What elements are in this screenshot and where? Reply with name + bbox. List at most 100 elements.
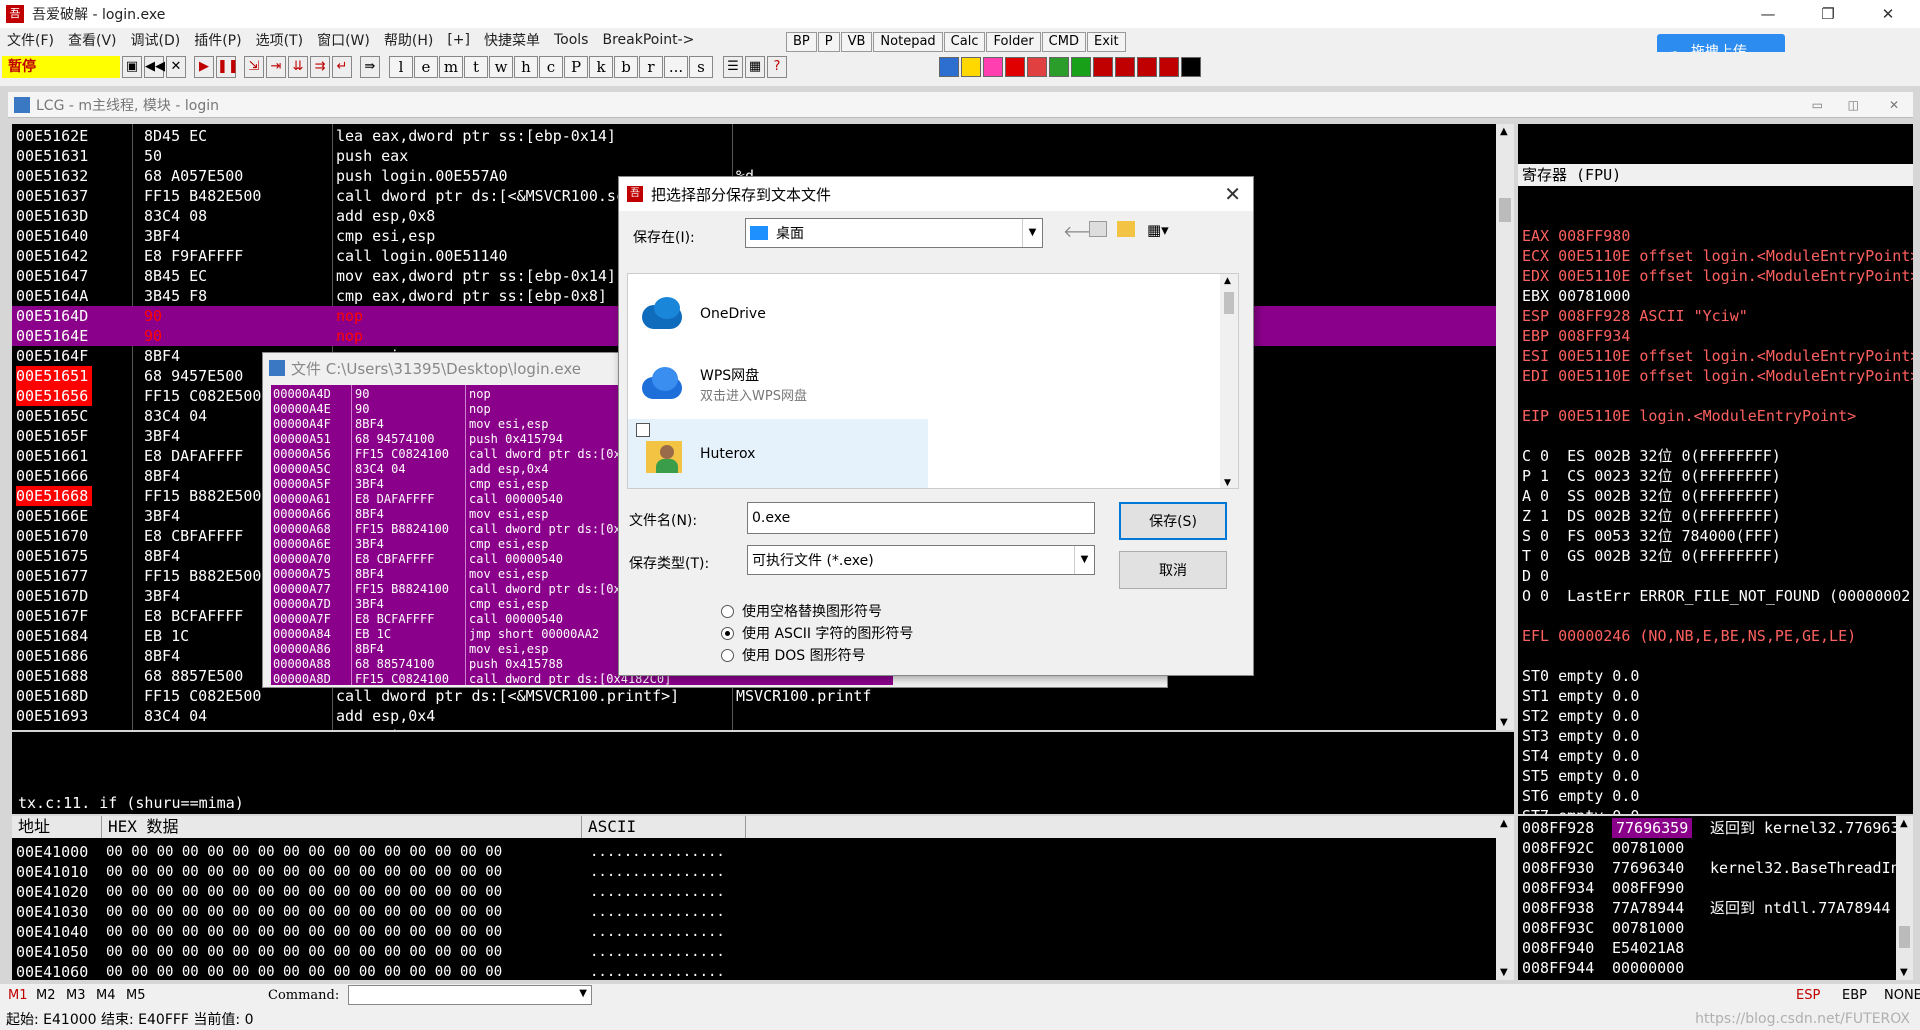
list-item-onedrive[interactable]: OneDrive — [628, 279, 928, 349]
register-line[interactable]: EFL 00000246 (NO,NB,E,BE,NS,PE,GE,LE) — [1522, 626, 1913, 646]
registers-pane[interactable]: 寄存器 (FPU) EAX 008FF980 ECX 00E5110E offse… — [1518, 124, 1913, 814]
register-line[interactable]: C 0 ES 002B 32位 0(FFFFFFFF) — [1522, 446, 1913, 466]
radio-dot[interactable] — [721, 648, 734, 662]
tab-m2[interactable]: M2 — [36, 988, 66, 1003]
disasm-row[interactable]: 00E5168D FF15 C082E500 call dword ptr ds:[… — [12, 686, 1496, 706]
up-folder-icon[interactable] — [1089, 221, 1107, 237]
dump-row[interactable]: 00E41000 00 00 00 00 00 00 00 00 00 00 00… — [12, 842, 1492, 862]
chevron-down-icon[interactable]: ▼ — [579, 988, 587, 999]
tab-m3[interactable]: M3 — [66, 988, 96, 1003]
register-line[interactable]: T 0 GS 002B 32位 0(FFFFFFFF) — [1522, 546, 1913, 566]
dump-row[interactable]: 00E41060 00 00 00 00 00 00 00 00 00 00 00… — [12, 962, 1492, 980]
disasm-row[interactable]: 00E51696 3BF4 cmp esi,esp — [12, 726, 1496, 730]
tab-m5[interactable]: M5 — [126, 988, 156, 1003]
menu-window[interactable]: 窗口(W) — [310, 30, 377, 50]
disasm-row[interactable]: 00E51631 50 push eax — [12, 146, 1496, 166]
chevron-down-icon[interactable]: ▼ — [1074, 546, 1094, 574]
dump-row[interactable]: 00E41040 00 00 00 00 00 00 00 00 00 00 00… — [12, 922, 1492, 942]
screen-plugin-icon[interactable] — [1071, 57, 1091, 77]
register-line[interactable] — [1522, 606, 1913, 626]
goto-icon[interactable]: ⇛ — [360, 56, 380, 78]
grid-plugin-icon[interactable] — [1049, 57, 1069, 77]
stack-scrollbar[interactable]: ▲ ▼ — [1896, 816, 1913, 980]
restart-icon[interactable]: ◀◀ — [144, 56, 165, 78]
menu-shortcuts[interactable]: 快捷菜单 — [477, 30, 547, 50]
command-input[interactable]: ▼ — [348, 985, 592, 1005]
references-button[interactable]: r — [639, 56, 663, 78]
call-stack-button[interactable]: k — [589, 56, 613, 78]
stack-row[interactable]: 008FF93C 00781000 — [1518, 918, 1898, 938]
register-line[interactable]: ST1 empty 0.0 — [1522, 686, 1913, 706]
register-line[interactable]: EBX 00781000 — [1522, 286, 1913, 306]
po-plugin-icon[interactable] — [1137, 57, 1157, 77]
register-line[interactable]: P 1 CS 0023 32位 0(FFFFFFFF) — [1522, 466, 1913, 486]
radio-space[interactable]: 使用空格替换图形符号 — [721, 601, 882, 621]
cancel-button[interactable]: 取消 — [1119, 551, 1227, 589]
disassembly-scrollbar[interactable]: ▲ ▼ — [1496, 124, 1514, 730]
save-button[interactable]: 保存(S) — [1119, 502, 1227, 540]
stack-row[interactable]: 008FF944 00000000 — [1518, 958, 1898, 978]
register-line[interactable]: A 0 SS 002B 32位 0(FFFFFFFF) — [1522, 486, 1913, 506]
menu-view[interactable]: 查看(V) — [61, 30, 124, 50]
folder-button[interactable]: Folder — [986, 32, 1041, 52]
disasm-row[interactable]: 00E51693 83C4 04 add esp,0x4 — [12, 706, 1496, 726]
pause-icon[interactable]: ❚❚ — [216, 56, 239, 78]
dump-row[interactable]: 00E41020 00 00 00 00 00 00 00 00 00 00 00… — [12, 882, 1492, 902]
p-button[interactable]: P — [817, 32, 840, 52]
save-in-select[interactable]: 桌面 ▼ — [745, 218, 1043, 248]
dump-row[interactable]: 00E41050 00 00 00 00 00 00 00 00 00 00 00… — [12, 942, 1492, 962]
dump-scrollbar[interactable]: ▲ ▼ — [1496, 816, 1514, 980]
run-trace-button[interactable]: ... — [664, 56, 688, 78]
register-line[interactable]: S 0 FS 0053 32位 784000(FFF) — [1522, 526, 1913, 546]
register-line[interactable]: Z 1 DS 002B 32位 0(FFFFFFFF) — [1522, 506, 1913, 526]
list-item-huterox[interactable]: Huterox — [628, 419, 928, 488]
register-line[interactable]: ST4 empty 0.0 — [1522, 746, 1913, 766]
dialog-close-icon[interactable]: ✕ — [1224, 182, 1241, 206]
radio-dos[interactable]: 使用 DOS 图形符号 — [721, 645, 866, 665]
stack-row[interactable]: 008FF928 77696359 返回到 kernel32.77696359 — [1518, 818, 1913, 838]
vb-button[interactable]: VB — [840, 32, 873, 52]
handles-button[interactable]: h — [514, 56, 538, 78]
target-plugin-icon[interactable] — [1027, 57, 1047, 77]
dump-row[interactable]: 00E41010 00 00 00 00 00 00 00 00 00 00 00… — [12, 862, 1492, 882]
threads-button[interactable]: t — [464, 56, 488, 78]
register-line[interactable] — [1522, 426, 1913, 446]
patches-button[interactable]: P — [564, 56, 588, 78]
radio-dot[interactable] — [721, 626, 734, 640]
tab-m4[interactable]: M4 — [96, 988, 126, 1003]
chevron-down-icon[interactable]: ▼ — [1022, 219, 1042, 247]
list-item-wps[interactable]: WPS网盘 双击进入WPS网盘 — [628, 349, 928, 419]
minimize-button[interactable]: — — [1740, 0, 1796, 28]
filename-input[interactable]: 0.exe — [747, 502, 1095, 534]
run-icon[interactable]: ▶ — [194, 56, 214, 78]
register-line[interactable]: EBP 008FF934 — [1522, 326, 1913, 346]
none-toggle[interactable]: NONE — [1884, 988, 1920, 1003]
ai-plugin-icon[interactable] — [1115, 57, 1135, 77]
register-line[interactable]: EDX 00E5110E offset login.<ModuleEntryPo… — [1522, 266, 1913, 286]
disasm-row[interactable]: 00E5162E 8D45 EC lea eax,dword ptr ss:[ebp… — [12, 126, 1496, 146]
register-line[interactable] — [1522, 646, 1913, 666]
register-line[interactable]: ESP 008FF928 ASCII "Yciw" — [1522, 306, 1913, 326]
new-folder-icon[interactable] — [1117, 221, 1135, 237]
cmd-button[interactable]: CMD — [1041, 32, 1086, 52]
help-icon[interactable]: ? — [767, 56, 787, 78]
view-menu-icon[interactable]: ▦▾ — [1147, 221, 1169, 239]
tab-m1[interactable]: M1 — [8, 988, 36, 1003]
filetype-select[interactable]: 可执行文件 (*.exe) ▼ — [747, 545, 1095, 575]
menu-options[interactable]: 选项(T) — [249, 30, 310, 50]
cpu-button[interactable]: c — [539, 56, 563, 78]
ebp-toggle[interactable]: EBP — [1842, 988, 1867, 1003]
register-line[interactable]: EIP 00E5110E login.<ModuleEntryPoint> — [1522, 406, 1913, 426]
register-line[interactable]: ST5 empty 0.0 — [1522, 766, 1913, 786]
bp-button[interactable]: BP — [786, 32, 817, 52]
register-line[interactable]: ST7 empty 0.0 — [1522, 806, 1913, 814]
register-line[interactable]: EDI 00E5110E offset login.<ModuleEntryPo… — [1522, 366, 1913, 386]
plugin-a-icon[interactable] — [983, 57, 1003, 77]
register-line[interactable]: D 0 — [1522, 566, 1913, 586]
refresh-plugin-icon[interactable] — [939, 57, 959, 77]
dump-header-hex[interactable]: HEX 数据 — [102, 816, 582, 838]
notepad-button[interactable]: Notepad — [873, 32, 943, 52]
register-line[interactable]: O 0 LastErr ERROR_FILE_NOT_FOUND (000000… — [1522, 586, 1913, 606]
register-line[interactable]: ECX 00E5110E offset login.<ModuleEntryPo… — [1522, 246, 1913, 266]
record-plugin-icon[interactable] — [1005, 57, 1025, 77]
